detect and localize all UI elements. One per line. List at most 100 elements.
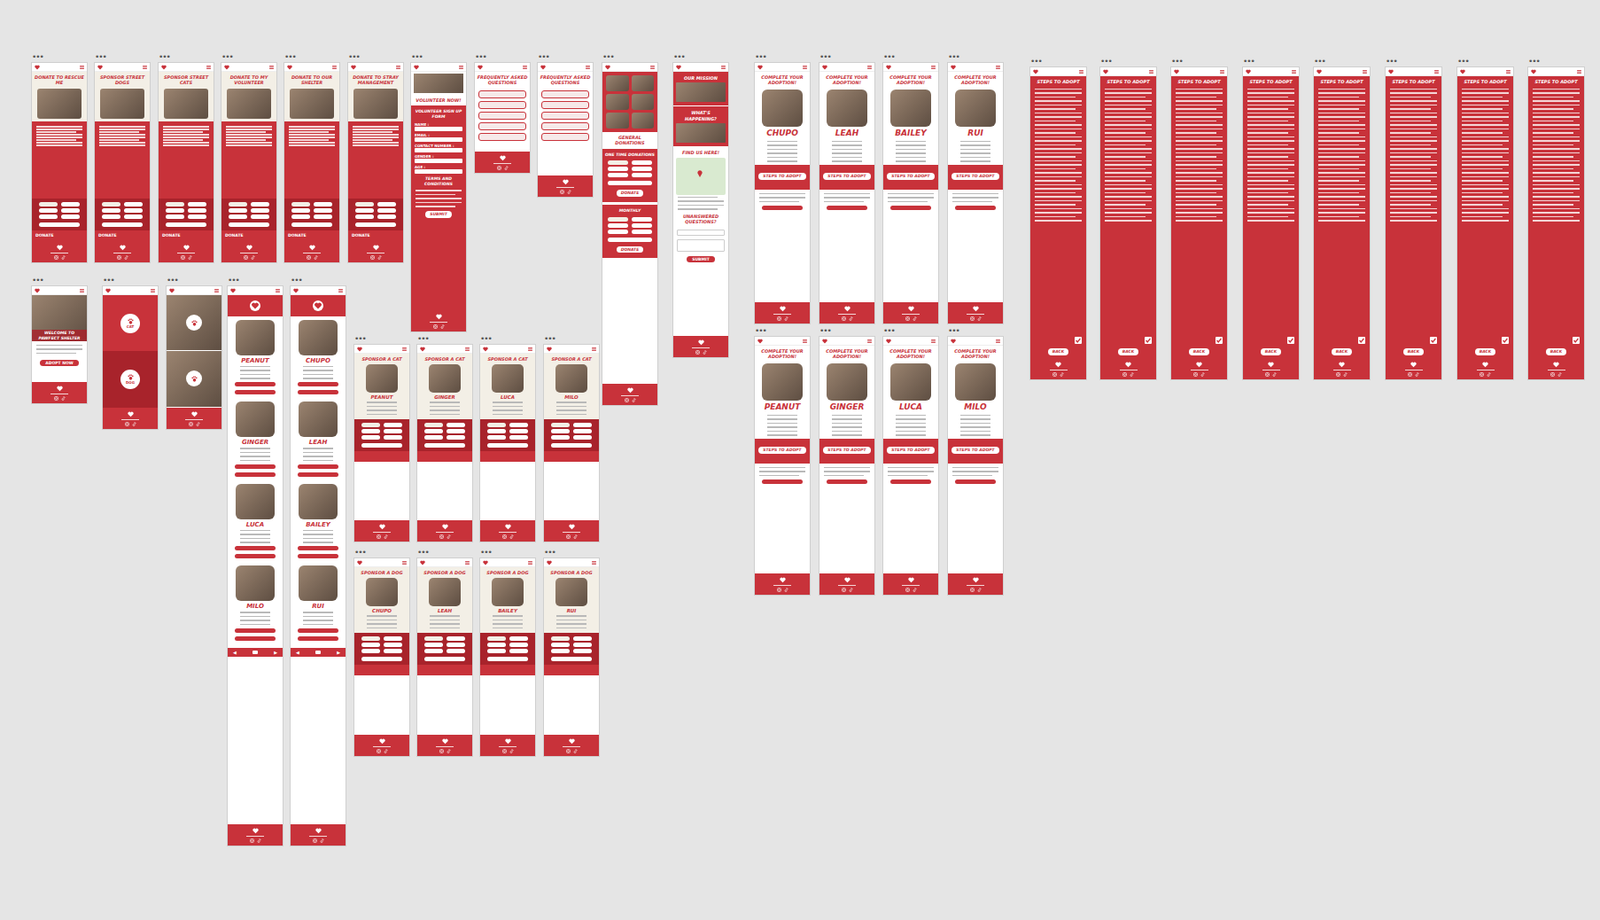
phone-screen[interactable]: CATDOG bbox=[102, 286, 158, 429]
instagram-icon[interactable] bbox=[624, 397, 630, 403]
menu-icon[interactable] bbox=[332, 65, 337, 70]
instagram-icon[interactable] bbox=[497, 165, 502, 171]
tiktok-icon[interactable] bbox=[383, 748, 389, 754]
amount-pill[interactable] bbox=[573, 434, 592, 440]
instagram-icon[interactable] bbox=[1479, 372, 1484, 377]
heart-logo-icon[interactable] bbox=[413, 64, 420, 70]
amount-pill[interactable] bbox=[551, 642, 570, 647]
amount-pill[interactable] bbox=[377, 208, 397, 213]
amount-input[interactable] bbox=[165, 222, 207, 227]
pet-card[interactable]: BAILEY bbox=[290, 480, 346, 562]
instagram-icon[interactable] bbox=[439, 534, 444, 539]
amount-pill[interactable] bbox=[38, 214, 58, 219]
faq-question[interactable] bbox=[478, 122, 527, 131]
amount-pill[interactable] bbox=[551, 434, 570, 440]
choice-option[interactable]: CAT bbox=[102, 295, 158, 351]
instagram-icon[interactable] bbox=[905, 587, 910, 592]
artboard-menu[interactable]: ••• bbox=[602, 52, 658, 63]
action-pill[interactable] bbox=[955, 479, 996, 484]
amount-pill[interactable] bbox=[61, 208, 80, 213]
back-button[interactable]: BACK bbox=[1048, 348, 1070, 356]
heart-logo-icon[interactable] bbox=[757, 338, 763, 344]
phone-screen[interactable]: SPONSOR A DOGCHUPO bbox=[354, 558, 410, 756]
amount-pill[interactable] bbox=[361, 422, 381, 428]
heart-logo-icon[interactable] bbox=[822, 338, 828, 344]
amount-pill[interactable] bbox=[487, 434, 506, 440]
tiktok-icon[interactable] bbox=[912, 587, 917, 592]
artboard-menu[interactable]: ••• bbox=[411, 52, 467, 63]
amount-pill[interactable] bbox=[487, 642, 506, 647]
amount-pill[interactable] bbox=[446, 636, 466, 641]
steps-button[interactable]: STEPS TO ADOPT bbox=[823, 446, 870, 454]
menu-icon[interactable] bbox=[1506, 69, 1511, 74]
sponsor-bar[interactable] bbox=[543, 450, 599, 462]
instagram-icon[interactable] bbox=[1193, 372, 1198, 377]
tiktok-icon[interactable] bbox=[509, 534, 514, 539]
instagram-icon[interactable] bbox=[566, 748, 571, 754]
heart-logo-icon[interactable] bbox=[477, 64, 483, 70]
tiktok-icon[interactable] bbox=[784, 587, 789, 592]
sponsor-pill[interactable] bbox=[297, 389, 339, 395]
menu-icon[interactable] bbox=[402, 560, 407, 565]
agree-checkbox[interactable] bbox=[1429, 336, 1437, 344]
next-page[interactable]: ▶ bbox=[336, 649, 341, 655]
back-button[interactable]: BACK bbox=[1260, 348, 1282, 356]
tiktok-icon[interactable] bbox=[566, 189, 572, 195]
phone-screen[interactable]: DONATE TO STRAY MANAGEMENTDONATE bbox=[348, 62, 404, 263]
instagram-icon[interactable] bbox=[370, 255, 375, 260]
menu-icon[interactable] bbox=[528, 347, 533, 351]
faq-question[interactable] bbox=[541, 100, 590, 109]
amount-pill[interactable] bbox=[383, 648, 403, 653]
instagram-icon[interactable] bbox=[559, 189, 565, 195]
heart-logo-icon[interactable] bbox=[675, 64, 682, 70]
amount-pill[interactable] bbox=[377, 214, 397, 219]
amount-pill[interactable] bbox=[631, 172, 653, 178]
tiktok-icon[interactable] bbox=[132, 421, 137, 427]
tiktok-icon[interactable] bbox=[440, 324, 445, 329]
phone-screen[interactable]: FREQUENTLY ASKED QUESTIONS bbox=[474, 62, 530, 173]
tiktok-icon[interactable] bbox=[256, 838, 262, 843]
amount-pill[interactable] bbox=[291, 201, 311, 207]
map[interactable] bbox=[675, 157, 726, 195]
donate-button[interactable]: DONATE bbox=[31, 230, 87, 241]
tiktok-icon[interactable] bbox=[446, 748, 451, 754]
phone-screen[interactable]: STEPS TO ADOPTBACK bbox=[1528, 67, 1585, 380]
email-input[interactable] bbox=[676, 229, 725, 236]
artboard-menu[interactable]: ••• bbox=[1100, 56, 1157, 68]
amount-pill[interactable] bbox=[313, 208, 333, 213]
instagram-icon[interactable] bbox=[312, 838, 318, 843]
menu-icon[interactable] bbox=[650, 65, 655, 70]
pet-card[interactable]: PEANUT bbox=[227, 316, 283, 398]
tiktok-icon[interactable] bbox=[250, 255, 256, 260]
menu-icon[interactable] bbox=[465, 347, 470, 351]
tiktok-icon[interactable] bbox=[377, 255, 382, 260]
amount-pill[interactable] bbox=[424, 636, 443, 641]
amount-pill[interactable] bbox=[446, 642, 466, 647]
heart-logo-icon[interactable] bbox=[1173, 69, 1180, 75]
phone-screen[interactable]: SPONSOR STREET CATSDONATE bbox=[158, 62, 214, 263]
action-pill[interactable] bbox=[890, 479, 932, 484]
menu-icon[interactable] bbox=[585, 65, 591, 70]
heart-logo-icon[interactable] bbox=[1530, 69, 1537, 75]
adopt-pill[interactable] bbox=[297, 628, 339, 633]
heart-logo-icon[interactable] bbox=[482, 559, 489, 566]
sponsor-bar[interactable] bbox=[354, 664, 410, 676]
phone-screen[interactable]: DONATE TO RESCUE MEDONATE bbox=[31, 62, 87, 263]
field-input[interactable] bbox=[414, 147, 463, 153]
heart-logo-icon[interactable] bbox=[885, 64, 892, 70]
amount-input[interactable] bbox=[38, 222, 80, 227]
artboard-menu[interactable]: ••• bbox=[1242, 56, 1299, 68]
instagram-icon[interactable] bbox=[970, 587, 975, 592]
amount-pill[interactable] bbox=[187, 201, 207, 207]
donate-button[interactable]: DONATE bbox=[616, 189, 645, 197]
heart-logo-icon[interactable] bbox=[1245, 69, 1251, 75]
amount-pill[interactable] bbox=[424, 422, 443, 428]
amount-input[interactable] bbox=[355, 222, 397, 227]
phone-screen[interactable]: SPONSOR A CATGINGER bbox=[417, 344, 473, 542]
amount-pill[interactable] bbox=[187, 214, 207, 219]
heart-logo-icon[interactable] bbox=[230, 287, 236, 294]
menu-icon[interactable] bbox=[150, 288, 156, 293]
tiktok-icon[interactable] bbox=[61, 255, 66, 260]
amount-pill[interactable] bbox=[509, 434, 529, 440]
menu-icon[interactable] bbox=[1362, 69, 1367, 74]
